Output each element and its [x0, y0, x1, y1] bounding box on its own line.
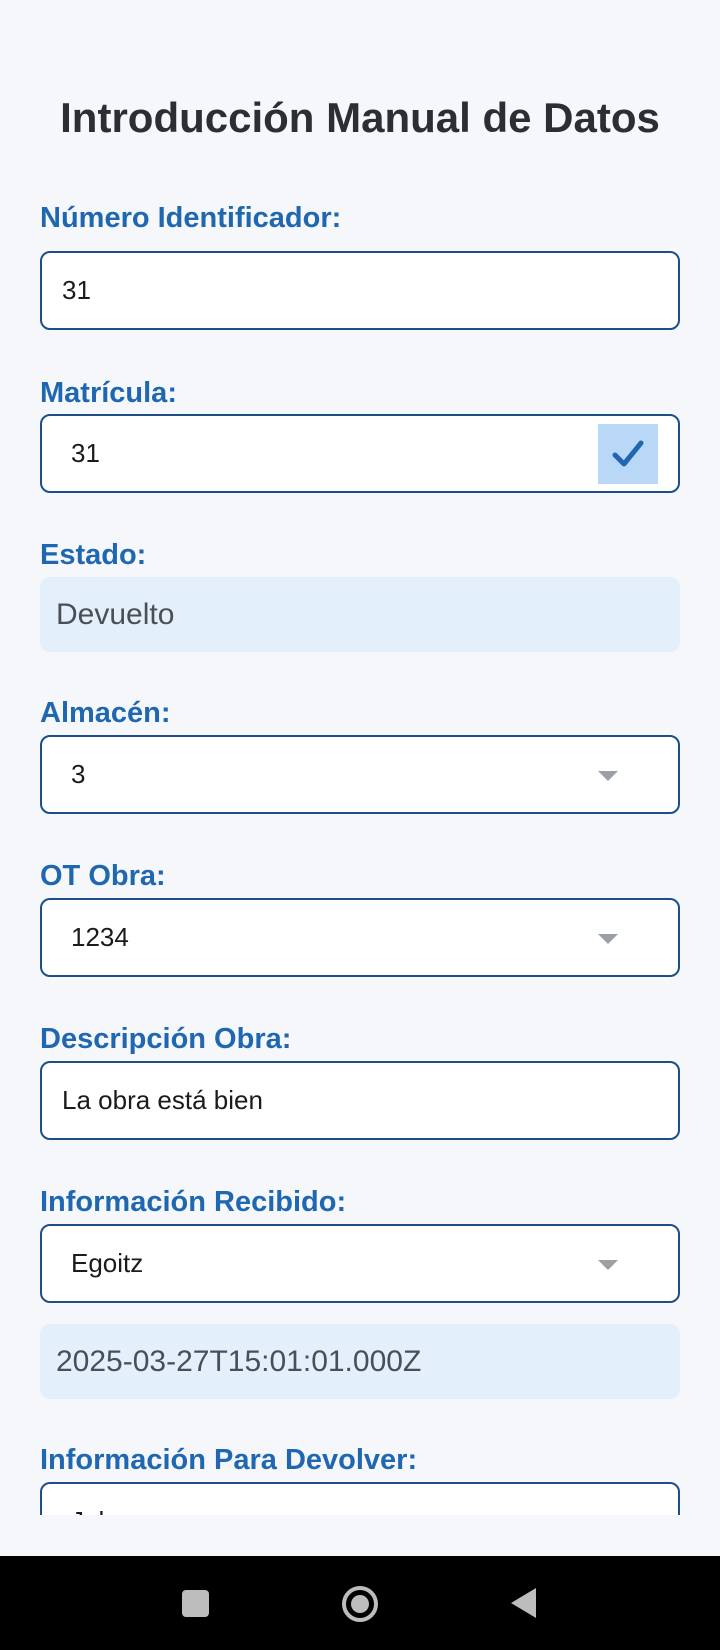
informacion-recibido-value: Egoitz [71, 1248, 144, 1278]
matricula-confirm-button[interactable] [598, 424, 658, 484]
informacion-devolver-value: Julen [71, 1484, 133, 1515]
estado-field: Devuelto [40, 577, 680, 652]
ot-obra-value: 1234 [71, 922, 129, 952]
almacen-select[interactable]: 3 [40, 735, 680, 814]
informacion-recibido-timestamp-field: 2025-03-27T15:01:01.000Z [40, 1324, 680, 1399]
almacen-value: 3 [71, 759, 86, 789]
informacion-devolver-label: Información Para Devolver: [40, 1444, 418, 1476]
numero-identificador-value: 31 [62, 275, 91, 305]
ot-obra-label: OT Obra: [40, 860, 166, 892]
recents-square-icon[interactable] [182, 1590, 209, 1617]
matricula-label: Matrícula: [40, 377, 177, 409]
informacion-recibido-select[interactable]: Egoitz [40, 1224, 680, 1303]
back-triangle-icon[interactable] [508, 1586, 538, 1620]
descripcion-obra-label: Descripción Obra: [40, 1023, 292, 1055]
estado-value: Devuelto [56, 598, 175, 631]
home-circle-icon[interactable] [340, 1584, 380, 1624]
matricula-input[interactable]: 31 [40, 414, 680, 493]
check-icon [612, 440, 644, 467]
page-title: Introducción Manual de Datos [60, 94, 660, 141]
informacion-devolver-select[interactable]: Julen [40, 1482, 680, 1515]
informacion-recibido-label: Información Recibido: [40, 1186, 347, 1218]
numero-identificador-label: Número Identificador: [40, 202, 342, 234]
chevron-down-icon [598, 771, 618, 781]
informacion-recibido-timestamp: 2025-03-27T15:01:01.000Z [56, 1345, 422, 1378]
ot-obra-select[interactable]: 1234 [40, 898, 680, 977]
chevron-down-icon [598, 934, 618, 944]
estado-label: Estado: [40, 539, 147, 571]
chevron-down-icon [598, 1260, 618, 1270]
form-screen: Introducción Manual de Datos Número Iden… [0, 0, 720, 1515]
system-navigation-bar [0, 1556, 720, 1650]
matricula-value: 31 [71, 438, 100, 468]
descripcion-obra-input[interactable]: La obra está bien [40, 1061, 680, 1140]
numero-identificador-input[interactable]: 31 [40, 251, 680, 330]
almacen-label: Almacén: [40, 697, 171, 729]
descripcion-obra-value: La obra está bien [62, 1085, 263, 1115]
